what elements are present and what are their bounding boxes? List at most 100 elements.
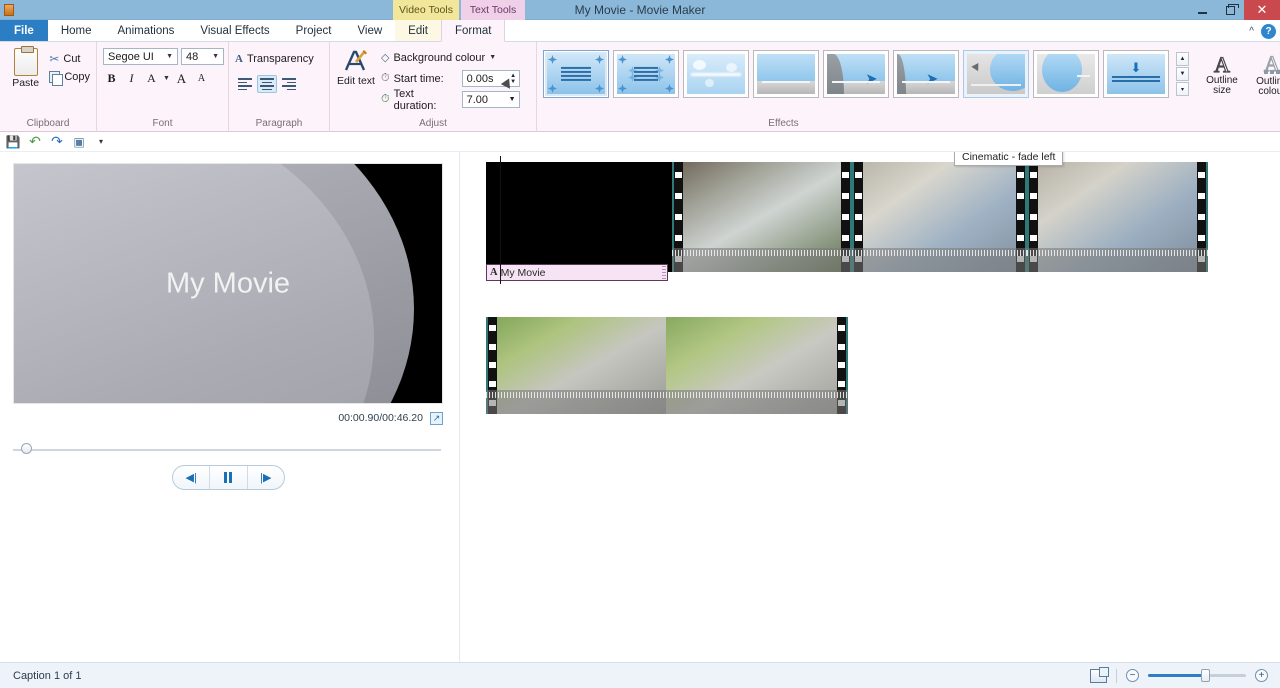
- ribbon: Paste ✂ Cut Copy Clipboard Segoe UI ▼ 48…: [0, 42, 1280, 132]
- gallery-scroll-down-button[interactable]: ▼: [1176, 67, 1189, 81]
- font-colour-button[interactable]: A: [143, 70, 160, 88]
- caption-clip-label: My Movie: [500, 266, 546, 279]
- zoom-slider-fill: [1148, 674, 1206, 677]
- pause-icon: [224, 472, 233, 483]
- storyboard-clip-road-2[interactable]: [1027, 162, 1208, 272]
- tab-visual-effects[interactable]: Visual Effects: [187, 20, 282, 41]
- font-size-combo[interactable]: 48 ▼: [181, 48, 224, 65]
- storyboard-clip-junction-2[interactable]: [666, 317, 848, 414]
- storyboard-clip-water[interactable]: [672, 162, 852, 272]
- ribbon-group-effects: ➤ ➤ ⬇ ▲ ▼ ▾ A Outline size A Outlin colo…: [537, 42, 1280, 132]
- bold-button[interactable]: B: [103, 70, 120, 88]
- minimize-button[interactable]: [1188, 0, 1216, 20]
- caption-clip[interactable]: A My Movie: [486, 264, 668, 281]
- storyboard-clip-junction-1[interactable]: [486, 317, 666, 414]
- publish-icon[interactable]: ▣: [72, 135, 86, 149]
- zoom-slider-knob[interactable]: [1201, 669, 1211, 682]
- paste-label: Paste: [12, 77, 40, 89]
- audio-waveform: [666, 390, 848, 414]
- ribbon-group-clipboard: Paste ✂ Cut Copy Clipboard: [0, 42, 97, 132]
- tab-edit[interactable]: Edit: [395, 20, 441, 41]
- background-colour-button[interactable]: ◇ Background colour ▼: [381, 48, 520, 67]
- tab-file[interactable]: File: [0, 20, 48, 41]
- caption-clip-trim-handle[interactable]: [662, 266, 666, 279]
- tab-animations[interactable]: Animations: [105, 20, 188, 41]
- font-family-combo[interactable]: Segoe UI ▼: [103, 48, 178, 65]
- effect-thumb-scroll-up[interactable]: ⬇: [1103, 50, 1169, 98]
- help-icon[interactable]: ?: [1261, 23, 1276, 39]
- undo-icon[interactable]: ↶: [28, 133, 42, 149]
- effect-thumb-none[interactable]: [543, 50, 609, 98]
- italic-button[interactable]: I: [123, 70, 140, 88]
- effect-thumb-cinematic-fade-oval[interactable]: [1033, 50, 1099, 98]
- popout-icon[interactable]: ↗: [430, 411, 443, 425]
- status-bar-right: − +: [1090, 666, 1280, 683]
- close-button[interactable]: ✕: [1244, 0, 1280, 20]
- tab-format[interactable]: Format: [441, 20, 506, 42]
- customize-qat-icon[interactable]: ▾: [94, 135, 108, 149]
- transparency-label: Transparency: [246, 53, 314, 65]
- chevron-up-icon[interactable]: ^: [1249, 26, 1254, 37]
- shrink-font-button[interactable]: A: [193, 70, 210, 88]
- group-label-adjust: Adjust: [419, 118, 447, 129]
- audio-waveform: [852, 248, 1027, 272]
- cut-button[interactable]: ✂ Cut: [49, 50, 90, 68]
- restore-button[interactable]: [1216, 0, 1244, 20]
- previous-frame-button[interactable]: ◀|: [173, 466, 209, 489]
- outline-size-button[interactable]: A Outline size: [1199, 52, 1245, 97]
- tab-view[interactable]: View: [344, 20, 395, 41]
- grow-font-button[interactable]: A: [173, 70, 190, 88]
- copy-button[interactable]: Copy: [49, 68, 90, 86]
- text-duration-combo[interactable]: 7.00 ▼: [461, 91, 520, 108]
- effect-thumb-bokeh[interactable]: [683, 50, 749, 98]
- tab-home[interactable]: Home: [48, 20, 105, 41]
- align-left-button[interactable]: [235, 75, 255, 93]
- transparency-button[interactable]: A Transparency: [235, 50, 314, 68]
- storyboard-clip-road-1[interactable]: [852, 162, 1027, 272]
- outline-colour-swatch: [1264, 69, 1280, 74]
- redo-icon[interactable]: ↷: [50, 133, 64, 149]
- copy-label: Copy: [64, 71, 90, 83]
- edit-text-button[interactable]: Edit text: [336, 46, 376, 87]
- seek-thumb[interactable]: [21, 443, 32, 454]
- paste-button[interactable]: Paste: [6, 46, 45, 89]
- effects-gallery: ➤ ➤ ⬇ ▲ ▼ ▾ A Outline size A Outlin colo…: [543, 46, 1280, 98]
- timecode: 00:00.90/00:46.20: [338, 412, 423, 424]
- status-bar: Caption 1 of 1 − +: [0, 662, 1280, 688]
- playhead[interactable]: [500, 156, 501, 284]
- preview-monitor[interactable]: My Movie: [13, 163, 443, 404]
- zoom-slider[interactable]: [1148, 669, 1246, 682]
- copy-icon: [49, 71, 64, 86]
- status-separator: [1116, 668, 1117, 683]
- save-icon[interactable]: 💾: [6, 135, 21, 149]
- audio-waveform: [486, 390, 666, 414]
- storyboard-clip-title-black[interactable]: [486, 162, 672, 272]
- effect-tooltip: Cinematic - fade left: [954, 152, 1064, 166]
- timeline-pane[interactable]: A My Movie Cinematic - fade left: [460, 152, 1280, 662]
- effect-thumb-cinematic-fade-right[interactable]: ➤: [823, 50, 889, 98]
- cut-label: Cut: [63, 53, 81, 65]
- effect-thumb-cinematic-fade-left[interactable]: [963, 50, 1029, 98]
- thumbnail-view-icon[interactable]: [1090, 666, 1109, 683]
- gallery-scroll-up-button[interactable]: ▲: [1176, 52, 1189, 66]
- paint-bucket-icon: ◇: [381, 52, 390, 64]
- tab-project[interactable]: Project: [283, 20, 345, 41]
- outline-size-label: Outline size: [1206, 74, 1238, 96]
- gallery-more-button[interactable]: ▾: [1176, 82, 1189, 96]
- align-center-button[interactable]: [257, 75, 277, 93]
- zoom-in-button[interactable]: +: [1255, 669, 1268, 682]
- pause-button[interactable]: [209, 466, 246, 489]
- effect-thumb-fade-in[interactable]: [753, 50, 819, 98]
- zoom-out-button[interactable]: −: [1126, 669, 1139, 682]
- contextual-tab-video-tools[interactable]: Video Tools: [393, 0, 459, 20]
- chevron-down-icon[interactable]: ▼: [163, 75, 170, 82]
- effect-thumb-cinematic-fade-right-2[interactable]: ➤: [893, 50, 959, 98]
- align-right-button[interactable]: [279, 75, 299, 93]
- outline-colour-button[interactable]: A Outline colour: [1249, 51, 1280, 98]
- seek-slider[interactable]: [13, 442, 441, 456]
- ribbon-tab-right-icons: ^ ?: [1249, 20, 1276, 42]
- contextual-tab-text-tools[interactable]: Text Tools: [461, 0, 525, 20]
- next-frame-button[interactable]: |▶: [246, 466, 284, 489]
- effect-thumb-sparkle[interactable]: [613, 50, 679, 98]
- text-duration-label: Text duration:: [393, 87, 437, 112]
